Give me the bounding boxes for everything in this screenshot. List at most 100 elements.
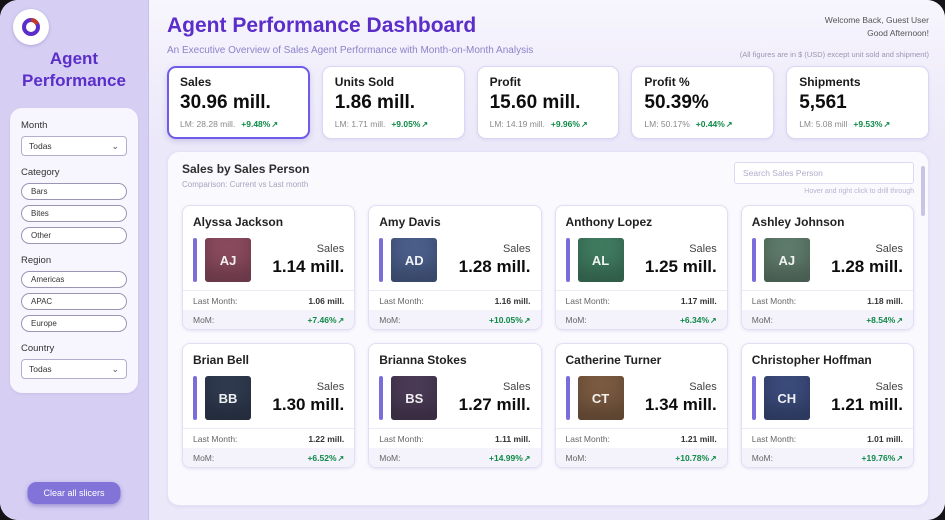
month-dropdown-value: Todas xyxy=(29,141,52,151)
agent-name: Catherine Turner xyxy=(566,353,717,367)
mom-label: MoM: xyxy=(379,315,400,325)
search-sales-person-input[interactable] xyxy=(734,162,914,184)
dashboard-root: Agent Performance Month Todas ⌄ Category… xyxy=(0,0,945,520)
kpi-label: Units Sold xyxy=(335,75,452,89)
agent-name: Christopher Hoffman xyxy=(752,353,903,367)
last-month-label: Last Month: xyxy=(566,296,610,306)
app-logo xyxy=(13,9,49,45)
main-content: Agent Performance Dashboard An Executive… xyxy=(149,0,945,520)
last-month-label: Last Month: xyxy=(379,434,423,444)
avatar-accent-bar xyxy=(752,376,756,420)
trend-up-icon: ↗ xyxy=(726,120,733,129)
mom-label: MoM: xyxy=(193,453,214,463)
kpi-last-month: LM: 14.19 mill. xyxy=(490,119,545,129)
agent-card-alyssa-jackson[interactable]: Alyssa Jackson AJ Sales 1.14 mill. Last … xyxy=(182,205,355,330)
kpi-card-sales[interactable]: Sales 30.96 mill. LM: 28.28 mill. +9.48%… xyxy=(167,66,310,139)
avatar-accent-bar xyxy=(193,376,197,420)
month-dropdown[interactable]: Todas ⌄ xyxy=(21,136,127,156)
agent-avatar: AJ xyxy=(764,238,810,282)
agent-card-amy-davis[interactable]: Amy Davis AD Sales 1.28 mill. Last Month… xyxy=(368,205,541,330)
agent-name: Anthony Lopez xyxy=(566,215,717,229)
filter-label-month: Month xyxy=(21,120,127,131)
trend-up-icon: ↗ xyxy=(710,454,717,463)
country-dropdown[interactable]: Todas ⌄ xyxy=(21,359,127,379)
kpi-card-profit[interactable]: Profit 15.60 mill. LM: 14.19 mill. +9.96… xyxy=(477,66,620,139)
agent-avatar: BB xyxy=(205,376,251,420)
category-pill-bars[interactable]: Bars xyxy=(21,183,127,200)
chevron-down-icon: ⌄ xyxy=(111,366,119,372)
header: Agent Performance Dashboard An Executive… xyxy=(167,8,929,62)
logo-donut-icon xyxy=(21,17,41,37)
mom-value: +19.76% xyxy=(862,453,896,463)
sales-value: 1.30 mill. xyxy=(259,395,344,415)
filter-panel: Month Todas ⌄ Category Bars Bites Other … xyxy=(10,108,138,393)
last-month-value: 1.01 mill. xyxy=(867,434,903,444)
avatar-initials: AL xyxy=(592,253,609,268)
agent-card-anthony-lopez[interactable]: Anthony Lopez AL Sales 1.25 mill. Last M… xyxy=(555,205,728,330)
chevron-down-icon: ⌄ xyxy=(111,143,119,149)
last-month-label: Last Month: xyxy=(566,434,610,444)
trend-up-icon: ↗ xyxy=(524,316,531,325)
sales-value: 1.28 mill. xyxy=(445,257,530,277)
mom-value: +8.54% xyxy=(866,315,895,325)
kpi-mom: +0.44% xyxy=(696,119,725,129)
kpi-card-shipments[interactable]: Shipments 5,561 LM: 5.08 mill +9.53%↗ xyxy=(786,66,929,139)
trend-up-icon: ↗ xyxy=(271,120,278,129)
avatar-accent-bar xyxy=(752,238,756,282)
section-title: Sales by Sales Person xyxy=(182,162,309,176)
region-pill-europe[interactable]: Europe xyxy=(21,315,127,332)
agent-avatar: AL xyxy=(578,238,624,282)
avatar-accent-bar xyxy=(193,238,197,282)
category-pill-bites[interactable]: Bites xyxy=(21,205,127,222)
sales-label: Sales xyxy=(818,381,903,393)
trend-up-icon: ↗ xyxy=(338,316,345,325)
last-month-label: Last Month: xyxy=(193,434,237,444)
trend-up-icon: ↗ xyxy=(421,120,428,129)
sales-value: 1.27 mill. xyxy=(445,395,530,415)
category-pill-other[interactable]: Other xyxy=(21,227,127,244)
last-month-label: Last Month: xyxy=(379,296,423,306)
region-pill-americas[interactable]: Americas xyxy=(21,271,127,288)
agent-avatar: AJ xyxy=(205,238,251,282)
kpi-card-units-sold[interactable]: Units Sold 1.86 mill. LM: 1.71 mill. +9.… xyxy=(322,66,465,139)
kpi-mom: +9.48% xyxy=(241,119,270,129)
figures-note: (All figures are in $ (USD) except unit … xyxy=(740,50,929,59)
agent-name: Ashley Johnson xyxy=(752,215,903,229)
agent-card-brian-bell[interactable]: Brian Bell BB Sales 1.30 mill. Last Mont… xyxy=(182,343,355,468)
mom-label: MoM: xyxy=(566,453,587,463)
kpi-label: Profit % xyxy=(644,75,761,89)
kpi-value: 50.39% xyxy=(644,92,761,114)
last-month-value: 1.17 mill. xyxy=(681,296,717,306)
kpi-row: Sales 30.96 mill. LM: 28.28 mill. +9.48%… xyxy=(167,66,929,139)
agent-card-brianna-stokes[interactable]: Brianna Stokes BS Sales 1.27 mill. Last … xyxy=(368,343,541,468)
filter-label-category: Category xyxy=(21,167,127,178)
avatar-initials: AJ xyxy=(220,253,237,268)
agent-card-ashley-johnson[interactable]: Ashley Johnson AJ Sales 1.28 mill. Last … xyxy=(741,205,914,330)
sales-by-person-section: Sales by Sales Person Comparison: Curren… xyxy=(167,151,929,506)
drill-through-hint: Hover and right click to drill through xyxy=(734,188,914,195)
trend-up-icon: ↗ xyxy=(338,454,345,463)
clear-slicers-button[interactable]: Clear all slicers xyxy=(27,482,120,504)
agent-card-catherine-turner[interactable]: Catherine Turner CT Sales 1.34 mill. Las… xyxy=(555,343,728,468)
section-subtitle: Comparison: Current vs Last month xyxy=(182,180,309,189)
agent-card-christopher-hoffman[interactable]: Christopher Hoffman CH Sales 1.21 mill. … xyxy=(741,343,914,468)
filter-label-country: Country xyxy=(21,343,127,354)
kpi-mom: +9.05% xyxy=(391,119,420,129)
agent-name: Brian Bell xyxy=(193,353,344,367)
mom-value: +6.34% xyxy=(680,315,709,325)
trend-up-icon: ↗ xyxy=(883,120,890,129)
mom-label: MoM: xyxy=(752,315,773,325)
section-header-right: Hover and right click to drill through xyxy=(734,162,914,195)
scrollbar[interactable] xyxy=(921,166,925,216)
trend-up-icon: ↗ xyxy=(896,316,903,325)
region-pill-apac[interactable]: APAC xyxy=(21,293,127,310)
welcome-line2: Good Afternoon! xyxy=(740,27,929,40)
brand-title: Agent Performance xyxy=(0,48,148,92)
avatar-initials: BS xyxy=(405,391,423,406)
mom-value: +7.46% xyxy=(307,315,336,325)
kpi-card-profit-pct[interactable]: Profit % 50.39% LM: 50.17% +0.44%↗ xyxy=(631,66,774,139)
avatar-accent-bar xyxy=(566,238,570,282)
sales-value: 1.34 mill. xyxy=(632,395,717,415)
sales-label: Sales xyxy=(632,243,717,255)
last-month-value: 1.18 mill. xyxy=(867,296,903,306)
